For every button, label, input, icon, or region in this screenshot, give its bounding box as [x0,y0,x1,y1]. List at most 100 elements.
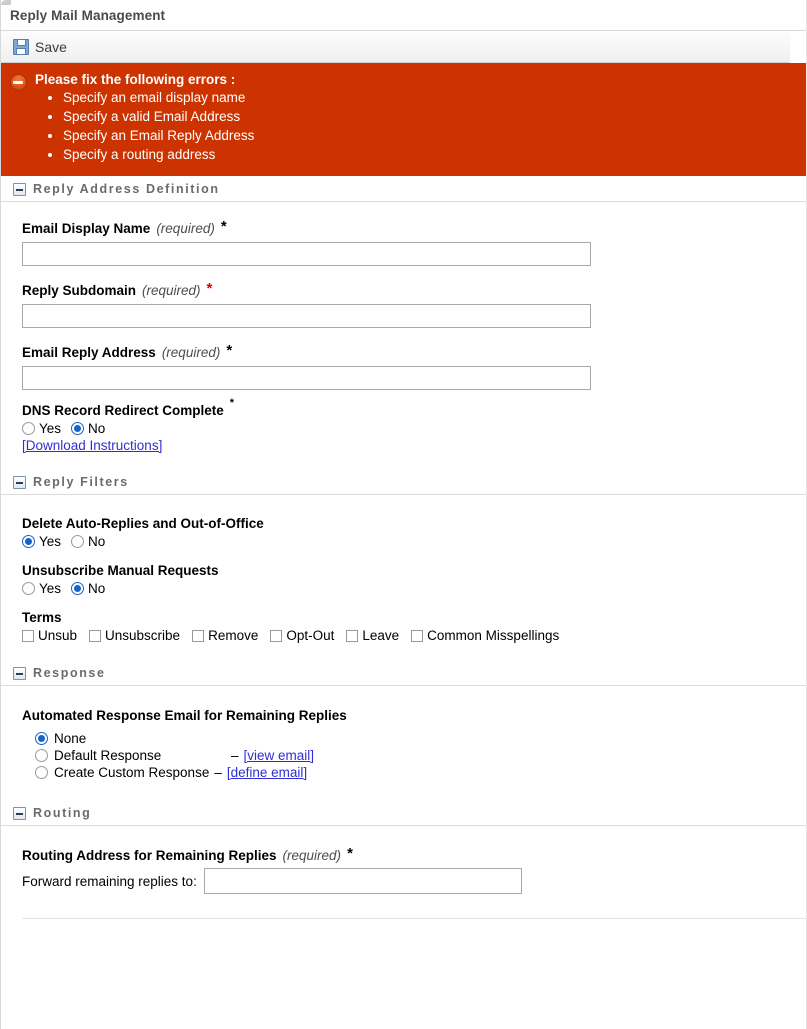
unsubscribe-manual-option-no[interactable]: No [71,581,105,596]
checkbox[interactable] [411,629,424,642]
radio-label: Default Response [54,748,162,763]
required-note: (required) [161,345,221,360]
label-text: Routing Address for Remaining Replies [22,848,277,863]
radio-label: Yes [39,421,62,436]
response-option-none[interactable]: None [35,731,86,746]
checkbox-label: Unsub [38,628,78,643]
email-display-name-label: Email Display Name (required) * [22,218,806,236]
required-asterisk: * [220,218,227,235]
label-text: Terms [22,610,62,625]
checkbox-label: Unsubscribe [105,628,181,643]
terms-option-leave[interactable]: Leave [346,628,399,643]
define-email-link[interactable]: [define email] [227,765,307,780]
section-title: Response [33,666,106,680]
terms-option-remove[interactable]: Remove [192,628,258,643]
checkbox[interactable] [22,629,34,642]
bottom-divider [22,918,806,919]
unsubscribe-manual-option-yes[interactable]: Yes [22,581,61,596]
terms-checkbox-group: Unsub Unsubscribe Remove Opt-Out Leave C… [22,628,806,643]
dns-record-radio-group: Yes No [22,421,806,436]
terms-option-opt-out[interactable]: Opt-Out [270,628,334,643]
terms-label: Terms [22,610,806,625]
toolbar: Save [1,31,790,63]
error-banner-title: Please fix the following errors : [35,72,236,87]
download-instructions-link[interactable]: [Download Instructions] [22,438,162,453]
section-body-reply-filters: Delete Auto-Replies and Out-of-Office Ye… [1,495,806,660]
view-email-link[interactable]: [view email] [244,748,315,763]
radio-label: Yes [39,581,62,596]
delete-auto-replies-option-yes[interactable]: Yes [22,534,61,549]
radio-button[interactable] [71,422,85,435]
section-body-response: Automated Response Email for Remaining R… [1,686,806,800]
section-header-response[interactable]: Response [1,660,806,686]
checkbox[interactable] [192,629,205,642]
radio-button[interactable] [22,422,35,435]
checkbox-label: Remove [208,628,259,643]
collapse-minus-icon[interactable] [13,806,26,820]
label-text: Reply Subdomain [22,283,137,298]
radio-button[interactable] [35,732,48,745]
routing-input-row: Forward remaining replies to: [22,868,806,894]
email-reply-address-input[interactable] [22,366,591,390]
floppy-disk-icon [13,38,29,55]
terms-option-unsubscribe[interactable]: Unsubscribe [89,628,180,643]
checkbox[interactable] [270,629,283,642]
checkbox[interactable] [89,629,102,642]
radio-button[interactable] [35,749,48,762]
label-text: Delete Auto-Replies and Out-of-Office [22,516,264,531]
error-message: Specify a routing address [63,145,806,164]
save-button[interactable]: Save [10,38,70,56]
unsubscribe-manual-radio-group: Yes No [22,581,806,596]
error-banner: Please fix the following errors : Specif… [1,63,806,176]
radio-button[interactable] [22,535,35,548]
delete-auto-replies-radio-group: Yes No [22,534,806,549]
required-asterisk: * [347,845,353,862]
label-text: Email Display Name [22,221,151,236]
section-header-reply-filters[interactable]: Reply Filters [1,469,806,495]
radio-label: None [54,731,87,746]
error-message: Specify a valid Email Address [63,107,806,126]
terms-option-unsub[interactable]: Unsub [22,628,77,643]
radio-button[interactable] [35,766,48,779]
required-note: (required) [156,221,215,236]
email-display-name-input[interactable] [22,242,591,266]
routing-address-label: Routing Address for Remaining Replies (r… [22,845,806,863]
required-note: (required) [142,283,201,298]
response-option-row: Create Custom Response – [define email] [35,765,806,780]
delete-auto-replies-label: Delete Auto-Replies and Out-of-Office [22,516,806,531]
section-title: Reply Filters [33,475,129,489]
reply-subdomain-input[interactable] [22,304,591,328]
radio-button[interactable] [71,582,85,595]
section-title: Reply Address Definition [33,182,220,196]
reply-subdomain-label: Reply Subdomain (required) * [22,280,806,298]
dns-record-option-no[interactable]: No [71,421,105,436]
section-body-routing: Routing Address for Remaining Replies (r… [1,826,806,919]
window-title-bar: Reply Mail Management [1,0,806,31]
checkbox[interactable] [346,629,359,642]
delete-auto-replies-option-no[interactable]: No [71,534,105,549]
collapse-minus-icon[interactable] [13,666,26,680]
collapse-minus-icon[interactable] [13,182,26,196]
radio-label: Yes [39,534,62,549]
response-option-default-response[interactable]: Default Response [35,748,226,763]
collapse-minus-icon[interactable] [13,475,26,489]
terms-option-common-misspellings[interactable]: Common Misspellings [411,628,559,643]
error-message-list: Specify an email display name Specify a … [35,88,806,164]
radio-button[interactable] [22,582,35,595]
section-body-reply-address-definition: Email Display Name (required) * Reply Su… [1,202,806,469]
section-header-routing[interactable]: Routing [1,800,806,826]
dns-record-option-yes[interactable]: Yes [22,421,61,436]
section-header-reply-address-definition[interactable]: Reply Address Definition [1,176,806,202]
label-text: Email Reply Address [22,345,156,360]
radio-label: No [88,534,106,549]
radio-button[interactable] [71,535,85,548]
error-message: Specify an Email Reply Address [63,126,806,145]
routing-address-input[interactable] [203,868,522,894]
radio-label: No [88,421,106,436]
checkbox-label: Opt-Out [286,628,335,643]
dns-record-label: DNS Record Redirect Complete * [22,397,235,419]
dash-separator: – [231,748,239,763]
required-asterisk: * [206,280,213,297]
response-option-create-custom-response[interactable]: Create Custom Response [35,765,209,780]
save-button-label: Save [35,38,67,55]
